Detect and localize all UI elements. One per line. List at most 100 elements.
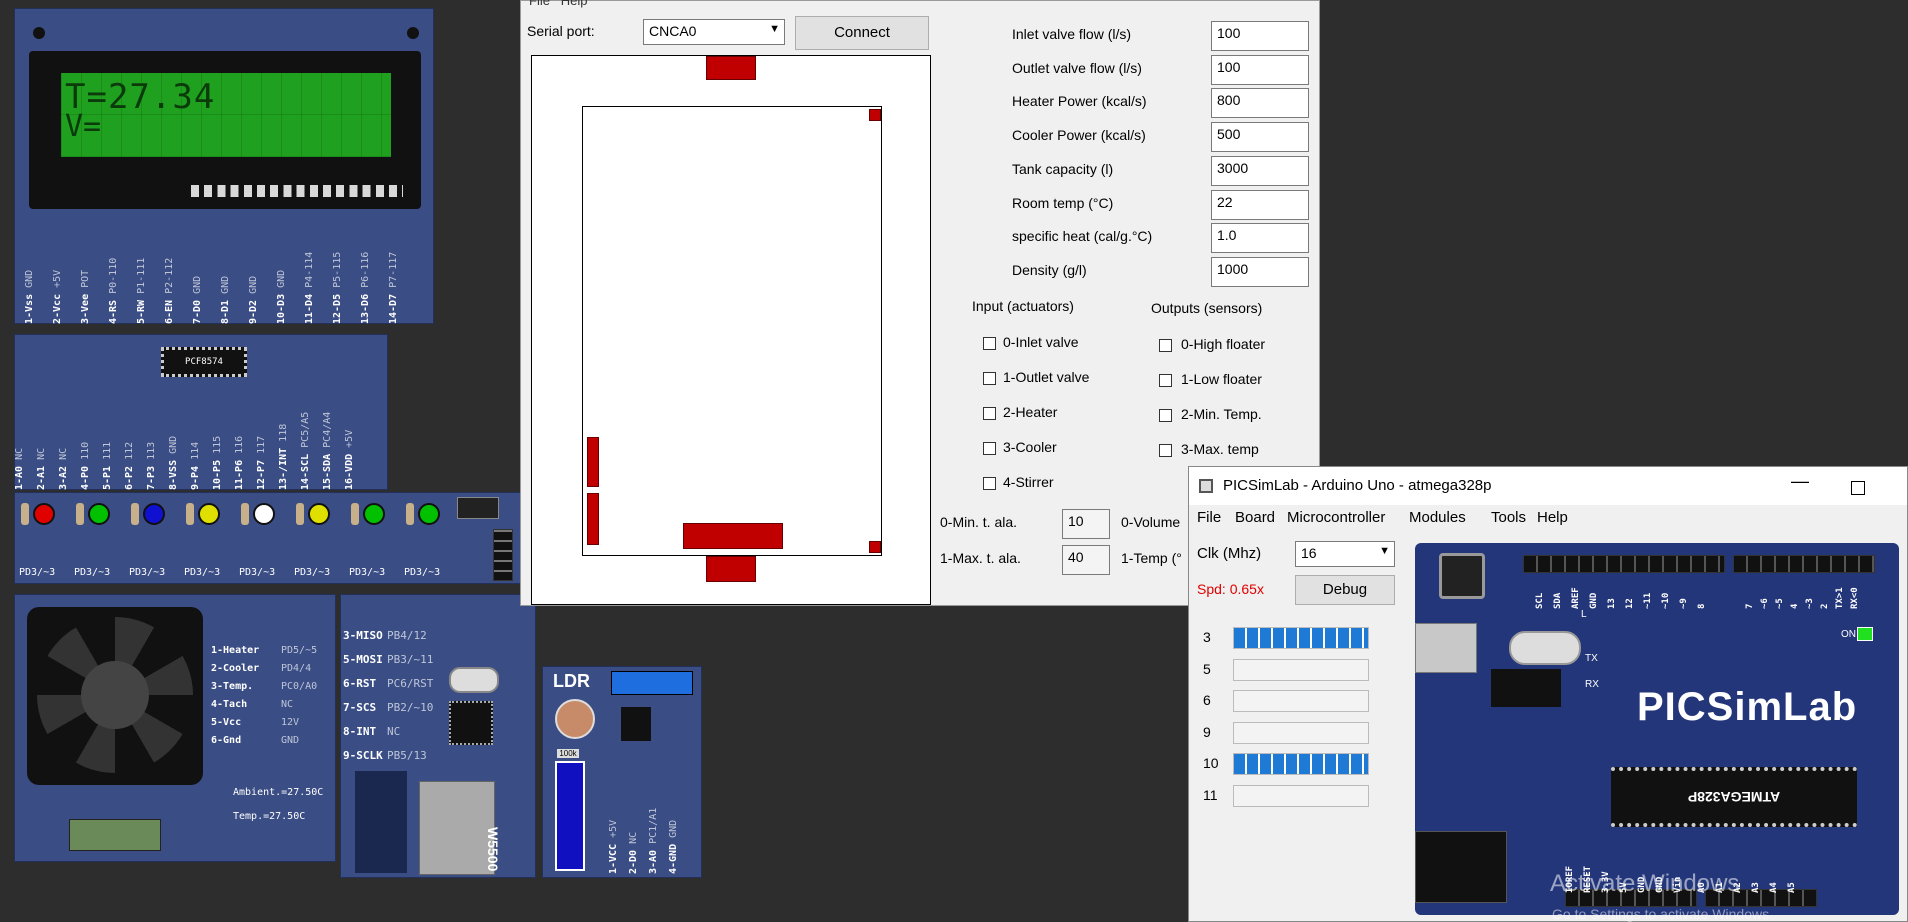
- led-label: PD3/~3: [239, 567, 276, 578]
- pin-level-fill: [1234, 628, 1368, 648]
- param-input[interactable]: 100: [1211, 54, 1309, 85]
- menu-item[interactable]: File: [1197, 509, 1221, 526]
- alarm-input[interactable]: 40: [1062, 545, 1110, 575]
- header-pin-label: 4: [1790, 603, 1800, 609]
- low-floater: [869, 541, 881, 553]
- alarm-label: 0-Min. t. ala.: [940, 514, 1018, 530]
- menu-item[interactable]: Board: [1235, 509, 1275, 526]
- param-input[interactable]: 800: [1211, 88, 1309, 119]
- pin-name: 2-A1: [36, 465, 47, 490]
- pin-name: 13-D6: [360, 293, 371, 324]
- led-label: PD3/~3: [349, 567, 386, 578]
- pin-name: 13-/INT: [278, 447, 289, 490]
- tank-menu-file[interactable]: File: [529, 0, 550, 8]
- output-checkbox[interactable]: [1159, 374, 1172, 387]
- pin-sub: P0-110: [108, 257, 119, 294]
- fan-ambient: Ambient.=27.50C: [233, 787, 324, 798]
- pin-name: 6-P2: [124, 465, 135, 490]
- menu-item[interactable]: Microcontroller: [1287, 509, 1385, 526]
- pin-name: 2-Vcc: [52, 293, 63, 324]
- serial-port-value: CNCA0: [649, 23, 697, 39]
- lcd-pin-label: 6-EN P2-112: [164, 258, 175, 324]
- resistor: [131, 503, 139, 525]
- lcd-pin-label: 9-D2 GND: [248, 276, 259, 324]
- alarm-input[interactable]: 10: [1062, 509, 1110, 539]
- pin-sub: P6-116: [360, 251, 371, 288]
- tank-menu-help[interactable]: Help: [561, 0, 588, 8]
- reset-button[interactable]: [1439, 553, 1485, 599]
- debug-button[interactable]: Debug: [1295, 575, 1395, 605]
- pin-name: 11-D4: [304, 293, 315, 324]
- fan-hub: [81, 661, 149, 729]
- header-pin-label: ~9: [1679, 598, 1689, 609]
- minimize-icon[interactable]: —: [1791, 471, 1809, 492]
- cooler: [587, 493, 599, 545]
- lcd-pin-label: 1-Vss GND: [24, 270, 35, 324]
- pin-sub: PB3/~11: [387, 653, 434, 666]
- lcd-pin-label: 10-D3 GND: [276, 270, 287, 324]
- pin-name: 3-A0: [648, 849, 659, 874]
- pin-sub: +5V: [52, 269, 63, 288]
- serial-port-select[interactable]: CNCA0 ▼: [643, 19, 785, 45]
- input-checkbox[interactable]: [983, 372, 996, 385]
- led-label: PD3/~3: [184, 567, 221, 578]
- menu-item[interactable]: Tools: [1491, 509, 1526, 526]
- header-pin-label: ~5: [1775, 598, 1785, 609]
- input-checkbox[interactable]: [983, 337, 996, 350]
- connect-button[interactable]: Connect: [795, 16, 929, 50]
- outlet-valve: [706, 556, 756, 582]
- pin-sub: NC: [281, 699, 294, 710]
- param-input[interactable]: 100: [1211, 21, 1309, 51]
- output-checkbox[interactable]: [1159, 444, 1172, 457]
- pin-sub: PD4/4: [281, 663, 312, 674]
- led-label: PD3/~3: [19, 567, 56, 578]
- pin-sub: PC0/A0: [281, 681, 318, 692]
- param-input[interactable]: 3000: [1211, 155, 1309, 186]
- input-checkbox[interactable]: [983, 407, 996, 420]
- header-pin-label: ~3: [1805, 598, 1815, 609]
- serial-port-label: Serial port:: [527, 23, 595, 39]
- clk-select[interactable]: 16 ▼: [1295, 541, 1395, 567]
- high-floater: [869, 109, 881, 121]
- pin-name: 4-GND: [668, 843, 679, 874]
- param-input[interactable]: 1.0: [1211, 223, 1309, 254]
- lcd-pin-label: 2-Vcc +5V: [52, 270, 63, 324]
- pin-sub: +5V: [344, 429, 355, 448]
- resistor: [351, 503, 359, 525]
- pin-name: 10-D3: [276, 293, 287, 324]
- pin-level-bar: [1233, 784, 1369, 807]
- mount-hole: [407, 27, 419, 39]
- pcf-pin-label: 3-A2 NC: [58, 448, 69, 490]
- maximize-icon[interactable]: [1851, 481, 1865, 495]
- pin-number: 9: [1203, 723, 1211, 740]
- pin-sub: PC5/A5: [300, 411, 311, 448]
- param-input[interactable]: 500: [1211, 122, 1309, 153]
- pcf8574-module: PCF8574 1-A0 NC 2-A1 NC 3-A2 NC 4-P0 110 5-P…: [14, 334, 388, 490]
- param-input[interactable]: 1000: [1211, 256, 1309, 287]
- input-checkbox[interactable]: [983, 442, 996, 455]
- fan-module: 1-Heater PD5/~5 2-Cooler PD4/4 3-Temp. PC0/A0…: [14, 594, 336, 862]
- dip-switch[interactable]: [457, 497, 499, 519]
- eth-side-header: [355, 771, 407, 873]
- menu-item[interactable]: Help: [1537, 509, 1568, 526]
- output-checkbox[interactable]: [1159, 339, 1172, 352]
- tank-canvas: [531, 55, 931, 605]
- ldr-pot-slider[interactable]: [555, 761, 585, 871]
- param-input[interactable]: 22: [1211, 189, 1309, 220]
- header-pin-label: ~10: [1661, 592, 1671, 609]
- output-checkbox[interactable]: [1159, 409, 1172, 422]
- menu-item[interactable]: Modules: [1409, 509, 1466, 526]
- picsimlab-window: PICSimLab - Arduino Uno - atmega328p — F…: [1188, 466, 1908, 922]
- pin-number: 11: [1203, 786, 1218, 803]
- param-label: Tank capacity (l): [1012, 160, 1114, 177]
- header-pin-label: 8: [1697, 603, 1707, 609]
- pin-sub: 112: [124, 441, 135, 460]
- header-pin-label: A4: [1769, 882, 1779, 893]
- input-checkbox[interactable]: [983, 477, 996, 490]
- tx-led: TX: [1585, 653, 1598, 664]
- header-pin-label: A5: [1787, 882, 1797, 893]
- pin-name: 8-D1: [220, 299, 231, 324]
- ldr-module: LDR 100k 1-VCC +5V 2-D0 NC 3-A0 PC1/A1 4-GN…: [542, 666, 702, 878]
- pin-sub: PB5/13: [387, 749, 427, 762]
- pin-level-fill: [1234, 754, 1368, 774]
